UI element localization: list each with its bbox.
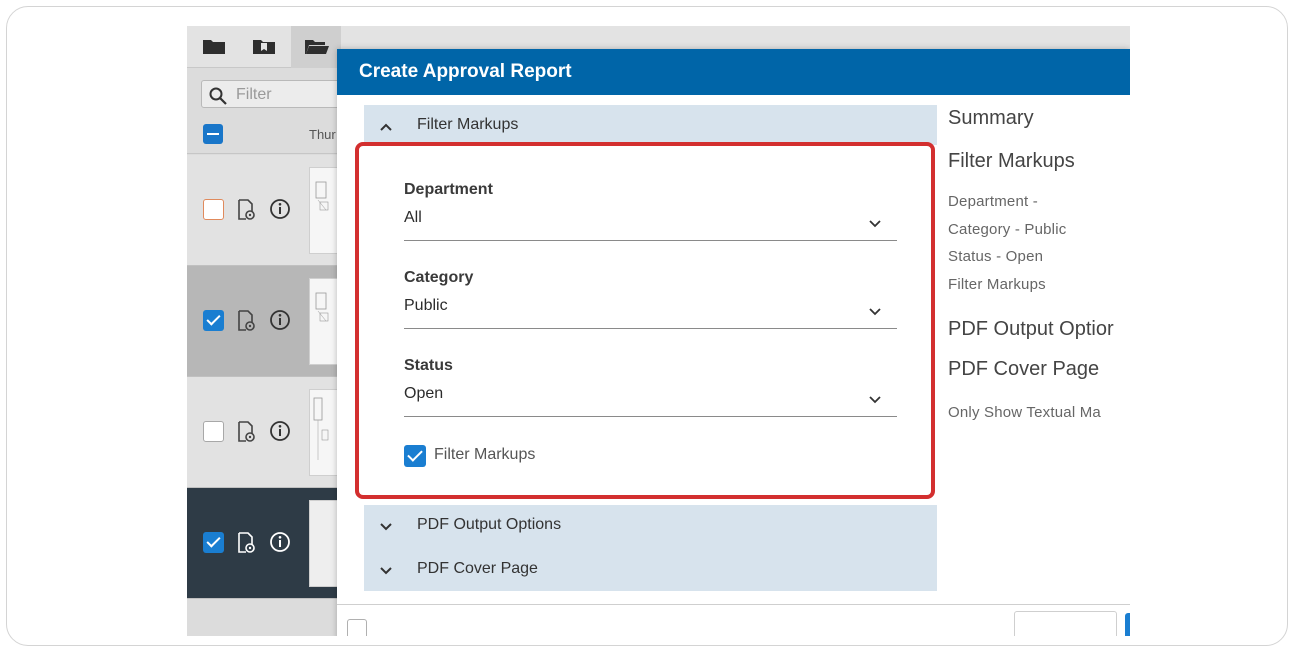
search-icon bbox=[209, 87, 227, 105]
dialog-header: Create Approval Report bbox=[337, 49, 1130, 95]
document-settings-icon[interactable] bbox=[237, 310, 255, 337]
summary-cover-line: Only Show Textual Ma bbox=[948, 404, 1101, 421]
section-label: PDF Output Options bbox=[417, 516, 562, 533]
list-item[interactable] bbox=[187, 488, 349, 599]
primary-button[interactable] bbox=[1125, 613, 1130, 636]
chevron-down-icon bbox=[380, 563, 392, 581]
summary-line: Filter Markups bbox=[948, 276, 1046, 293]
callout-highlight-box bbox=[355, 142, 935, 499]
document-settings-icon[interactable] bbox=[237, 532, 255, 559]
summary-title: Summary bbox=[948, 107, 1034, 129]
row-checkbox[interactable] bbox=[203, 199, 224, 220]
filter-placeholder: Filter bbox=[236, 86, 272, 103]
section-pdf-output-options[interactable]: PDF Output Options bbox=[364, 505, 937, 545]
footer-checkbox[interactable] bbox=[347, 619, 367, 636]
folder-icon[interactable] bbox=[203, 38, 225, 54]
info-icon[interactable] bbox=[269, 198, 291, 225]
summary-line: Category - Public bbox=[948, 221, 1067, 238]
summary-pdf-cover-heading: PDF Cover Page bbox=[948, 358, 1100, 380]
summary-line: Status - Open bbox=[948, 248, 1044, 265]
left-toolbar bbox=[187, 26, 347, 68]
summary-pdf-output-heading: PDF Output Optior bbox=[948, 318, 1114, 340]
info-icon[interactable] bbox=[269, 420, 291, 447]
document-settings-icon[interactable] bbox=[237, 421, 255, 448]
row-checkbox[interactable] bbox=[203, 532, 224, 553]
summary-filter-heading: Filter Markups bbox=[948, 150, 1075, 172]
main-toolbar bbox=[347, 26, 1130, 50]
thumbnail-column-label: Thur bbox=[309, 127, 336, 142]
screenshot-frame: Filter Thur Create Approval Report Filte… bbox=[6, 6, 1288, 646]
summary-panel: Summary Filter Markups Department - Cate… bbox=[948, 105, 1130, 505]
section-label: Filter Markups bbox=[417, 116, 519, 133]
chevron-down-icon bbox=[380, 519, 392, 537]
select-all-checkbox[interactable] bbox=[203, 124, 223, 144]
summary-line: Department - bbox=[948, 193, 1038, 210]
document-settings-icon[interactable] bbox=[237, 199, 255, 226]
list-item[interactable] bbox=[187, 377, 349, 488]
open-folder-icon[interactable] bbox=[305, 38, 329, 54]
filter-input[interactable]: Filter bbox=[201, 80, 341, 108]
section-label: PDF Cover Page bbox=[417, 560, 538, 577]
info-icon[interactable] bbox=[269, 531, 291, 558]
section-filter-markups[interactable]: Filter Markups bbox=[364, 105, 937, 145]
dialog-footer bbox=[337, 604, 1130, 636]
info-icon[interactable] bbox=[269, 309, 291, 336]
section-pdf-cover-page[interactable]: PDF Cover Page bbox=[364, 549, 937, 589]
cancel-button[interactable] bbox=[1014, 611, 1117, 636]
row-checkbox[interactable] bbox=[203, 310, 224, 331]
row-checkbox[interactable] bbox=[203, 421, 224, 442]
bookmark-folder-icon[interactable] bbox=[253, 38, 275, 54]
list-item[interactable] bbox=[187, 266, 349, 377]
filter-row: Filter bbox=[187, 76, 347, 110]
list-item[interactable] bbox=[187, 155, 349, 266]
list-header: Thur bbox=[187, 118, 347, 154]
dialog-title: Create Approval Report bbox=[359, 61, 572, 82]
chevron-up-icon bbox=[380, 119, 392, 137]
